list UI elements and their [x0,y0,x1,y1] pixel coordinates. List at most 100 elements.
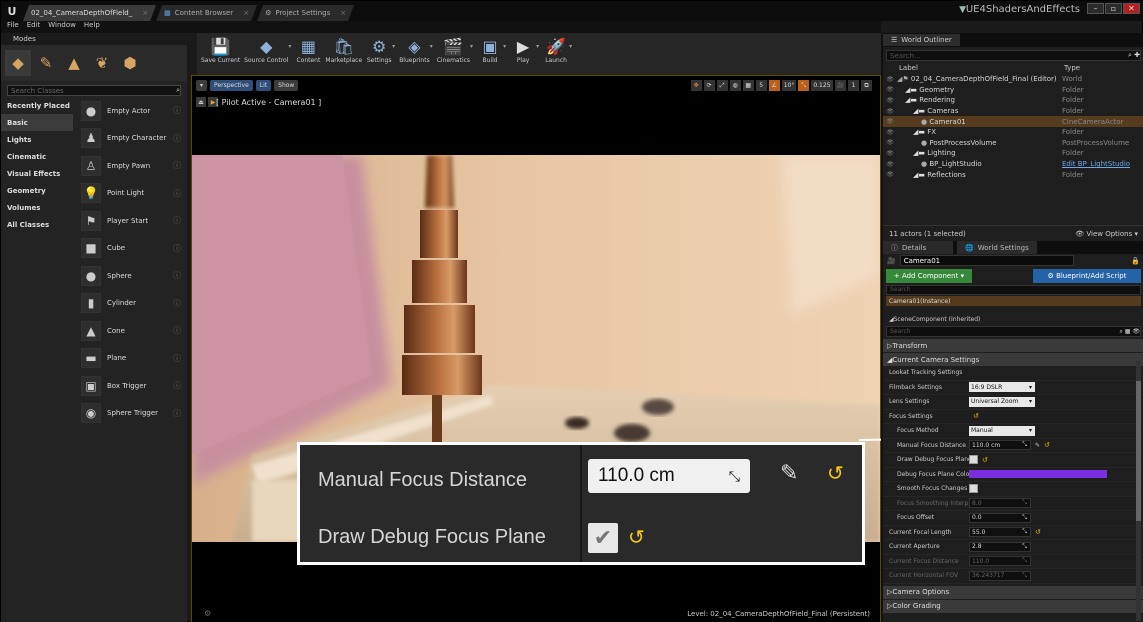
property-checkbox[interactable] [969,484,978,494]
scene-component-row[interactable]: ◢ SceneComponent (Inherited) [883,314,1143,324]
drag-arrows-icon[interactable]: ⤡ [1022,528,1027,536]
property-dropdown[interactable]: Manual ▾ [969,425,1035,436]
info-icon[interactable]: ⓘ [173,243,181,254]
reset-to-default-icon[interactable]: ↺ [1044,441,1050,449]
outliner-row[interactable]: 👁 ● BP_LightStudio Edit BP_LightStudio [883,159,1143,170]
visibility-eye-icon[interactable]: 👁 [883,161,897,168]
property-number-input[interactable]: 110.0 ⤡ [969,556,1031,567]
property-number-input[interactable]: 8.0 ⤡ [969,498,1031,509]
category-basic[interactable]: Basic [1,114,73,131]
outliner-row[interactable]: 👁 ● Camera01 CineCameraActor [883,116,1143,127]
grid-size[interactable]: 5 [755,80,767,91]
menu-edit[interactable]: Edit [27,21,41,33]
close-icon[interactable]: × [340,9,346,17]
info-icon[interactable]: ⓘ [173,270,181,281]
cinematics-button[interactable]: 🎬 Cinematics [437,33,470,65]
camera-speed-icon[interactable]: 🎥 [834,80,846,91]
show-button[interactable]: Show [274,80,299,91]
class-item[interactable]: ■ Cube ⓘ [81,235,185,263]
type-column-header[interactable]: Type [1064,64,1080,74]
class-item[interactable]: ● Empty Actor ⓘ [81,97,185,125]
drag-arrows-icon[interactable]: ⤡ [1022,572,1027,580]
class-item[interactable]: ▣ Box Trigger ⓘ [81,372,185,400]
info-icon[interactable]: ⓘ [173,133,181,144]
reset-to-default-icon[interactable]: ↺ [982,456,988,464]
property-number-input[interactable]: 55.0 ⤡ [969,527,1031,538]
tab-level[interactable]: 02_04_CameraDepthOfField_ × [23,5,156,21]
drag-arrows-icon[interactable]: ⤡ [1022,543,1027,551]
category-visual-effects[interactable]: Visual Effects [1,165,73,182]
callout-debug-plane-checkbox[interactable]: ✔ [588,523,618,553]
property-dropdown[interactable]: Universal Zoom ▾ [969,396,1035,407]
outliner-row[interactable]: 👁 ◢▬ Reflections Folder [883,169,1143,180]
color-grading-section[interactable]: ▷ Color Grading [883,599,1143,613]
scale-icon[interactable]: ⤢ [716,80,728,91]
camera-options-section[interactable]: ▷ Camera Options [883,585,1143,599]
details-scrollbar[interactable] [1136,361,1141,621]
close-window-button[interactable]: ✕ [1123,3,1140,14]
info-icon[interactable]: ⓘ [173,188,181,199]
scale-snap-value[interactable]: 0.125 [811,80,833,91]
drag-arrows-icon[interactable]: ⤡ [1022,557,1027,565]
build-button[interactable]: ▣ Build [477,33,503,65]
lit-button[interactable]: Lit [255,80,272,91]
reset-to-default-icon[interactable]: ↺ [628,525,645,549]
camera-speed-value[interactable]: 1 [848,80,859,91]
info-icon[interactable]: ⓘ [173,380,181,391]
property-number-input[interactable]: 36.243717 ⤡ [969,570,1031,581]
visibility-eye-icon[interactable]: 👁 [883,150,897,157]
actor-name-input[interactable]: Camera01 [899,255,1074,266]
save-current-button[interactable]: 💾 Save Current [201,33,240,65]
minimize-button[interactable]: – [1087,3,1104,14]
scale-snap-icon[interactable]: ⤡ [798,80,810,91]
class-item[interactable]: ◉ Sphere Trigger ⓘ [81,400,185,428]
dropdown-arrow-icon[interactable]: ▾ [503,33,506,64]
property-checkbox[interactable] [969,455,978,465]
viewport-settings-icon[interactable]: ⚙ [204,609,211,618]
visibility-eye-icon[interactable]: 👁 [883,86,897,93]
blueprint-add-script-button[interactable]: ⚙ Blueprint/Add Script [1033,269,1141,283]
info-icon[interactable]: ⓘ [173,105,181,116]
class-item[interactable]: ▬ Plane ⓘ [81,345,185,373]
details-search-input[interactable]: Search ⌕ ▦ 👁 [886,326,1141,337]
category-recently-placed[interactable]: Recently Placed [1,97,73,114]
menu-window[interactable]: Window [48,21,76,33]
visibility-eye-icon[interactable]: 👁 [883,108,897,115]
class-item[interactable]: 💡 Point Light ⓘ [81,180,185,208]
view-options-button[interactable]: 👁 View Options ▾ [1075,230,1138,238]
info-icon[interactable]: ⓘ [173,325,181,336]
eyedropper-icon[interactable]: ✎ [1035,442,1040,449]
label-column-header[interactable]: Label [899,64,1064,74]
property-dropdown[interactable]: 16:9 DSLR ▾ [969,382,1035,393]
info-icon[interactable]: ⓘ [173,160,181,171]
class-item[interactable]: ▲ Cone ⓘ [81,317,185,345]
outliner-row[interactable]: 👁 ◢⚑ 02_04_CameraDepthOfField_Final (Edit… [883,74,1143,85]
tab-world-outliner[interactable]: ☰ World Outliner [883,34,960,46]
eject-icon[interactable]: ⏏ [196,97,206,107]
visibility-eye-icon[interactable]: 👁 [883,129,897,136]
reset-to-default-icon[interactable]: ↺ [827,461,844,485]
dropdown-arrow-icon[interactable]: ▾ [536,33,539,64]
rotate-icon[interactable]: ⟳ [703,80,715,91]
dropdown-arrow-icon[interactable]: ▾ [392,33,395,64]
outliner-search-input[interactable]: Search... ⌕ ✚ [886,50,1141,61]
perspective-button[interactable]: Perspective [210,80,253,91]
drag-arrows-icon[interactable]: ⤡ [1022,441,1027,449]
category-cinematic[interactable]: Cinematic [1,148,73,165]
dropdown-arrow-icon[interactable]: ▾ [470,33,473,64]
info-icon[interactable]: ⓘ [173,215,181,226]
add-component-button[interactable]: + Add Component ▾ [886,269,972,283]
instance-row[interactable]: Camera01(Instance) [886,296,1141,306]
visibility-eye-icon[interactable]: 👁 [883,76,897,83]
info-icon[interactable]: ⓘ [173,408,181,419]
class-item[interactable]: ♟ Empty Character ⓘ [81,125,185,153]
outliner-row[interactable]: 👁 ◢▬ FX Folder [883,127,1143,138]
scrollbar-thumb[interactable] [1136,381,1141,521]
viewport-menu-button[interactable]: ▾ [196,80,208,91]
outliner-row[interactable]: 👁 ◢▬ Rendering Folder [883,95,1143,106]
menu-help[interactable]: Help [84,21,100,33]
dropdown-arrow-icon[interactable]: ▾ [430,33,433,64]
tab-world-settings[interactable]: 🌐 World Settings [957,241,1037,254]
rotation-snap-value[interactable]: 10° [781,80,797,91]
source-control-button[interactable]: ◆ Source Control [244,33,288,65]
